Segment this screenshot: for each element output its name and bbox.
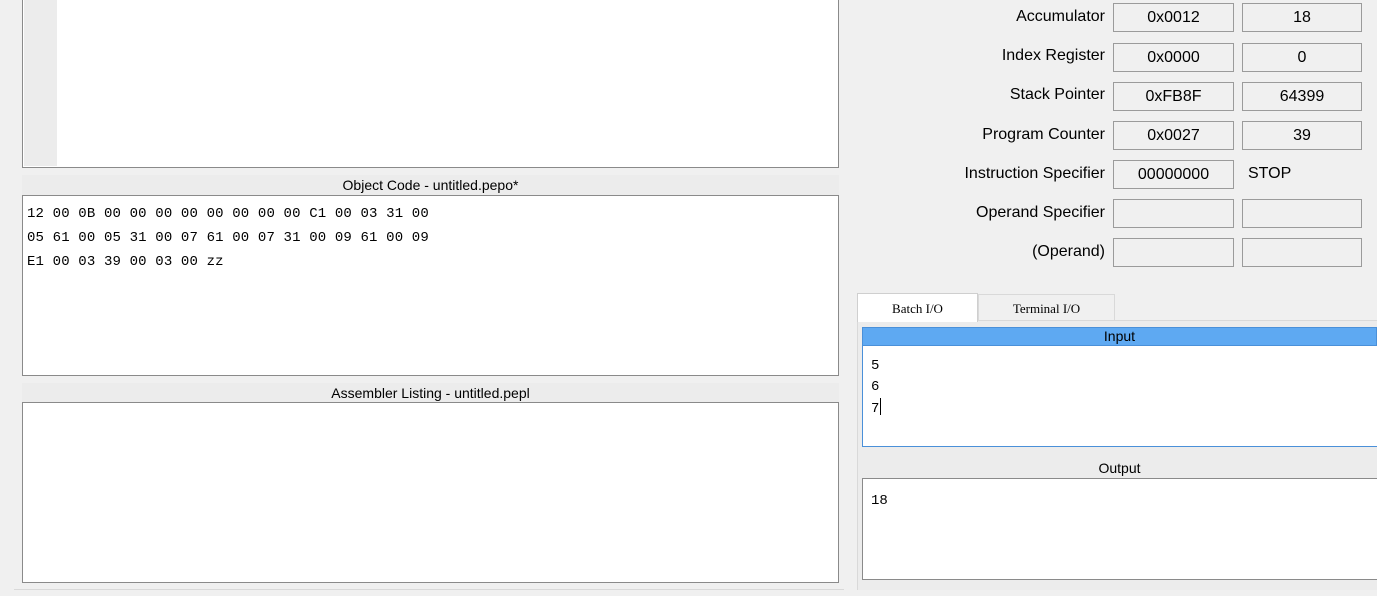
- operand-dec-field[interactable]: [1242, 238, 1362, 267]
- program-counter-dec-field[interactable]: 39: [1242, 121, 1362, 150]
- operand-specifier-label: Operand Specifier: [976, 204, 1105, 221]
- index-register-dec-field[interactable]: 0: [1242, 43, 1362, 72]
- input-title: Input: [862, 327, 1377, 346]
- output-title: Output: [1098, 460, 1141, 476]
- text-caret: [880, 398, 882, 415]
- batch-input-textarea[interactable]: 5 6 7: [862, 346, 1377, 447]
- source-line-gutter: [24, 0, 57, 166]
- operand-label: (Operand): [1032, 243, 1105, 260]
- object-code-line: 12 00 0B 00 00 00 00 00 00 00 00 C1 00 0…: [27, 206, 429, 222]
- input-line: 6: [871, 379, 880, 395]
- object-code-text[interactable]: 12 00 0B 00 00 00 00 00 00 00 00 C1 00 0…: [27, 202, 429, 274]
- object-code-editor[interactable]: 12 00 0B 00 00 00 00 00 00 00 00 C1 00 0…: [22, 195, 839, 376]
- stack-pointer-dec-field[interactable]: 64399: [1242, 82, 1362, 111]
- tab-batch-io[interactable]: Batch I/O: [857, 293, 978, 322]
- operand-specifier-hex-field[interactable]: [1113, 199, 1234, 228]
- assembler-listing-title: Assembler Listing - untitled.pepl: [22, 383, 839, 403]
- object-code-line: 05 61 00 05 31 00 07 61 00 07 31 00 09 6…: [27, 230, 429, 246]
- input-text: 5 6 7: [871, 356, 882, 420]
- operand-specifier-dec-field[interactable]: [1242, 199, 1362, 228]
- stack-pointer-hex-field[interactable]: 0xFB8F: [1113, 82, 1234, 111]
- input-line: 5: [871, 358, 880, 374]
- output-text: 18: [871, 491, 888, 512]
- input-line: 7: [871, 401, 880, 417]
- stack-pointer-label: Stack Pointer: [1009, 86, 1105, 103]
- accumulator-label: Accumulator: [1016, 8, 1105, 25]
- index-register-hex-field[interactable]: 0x0000: [1113, 43, 1234, 72]
- index-register-label: Index Register: [1001, 47, 1105, 64]
- output-line: 18: [871, 493, 888, 509]
- object-code-title: Object Code - untitled.pepo*: [22, 175, 839, 195]
- source-code-editor[interactable]: [22, 0, 839, 168]
- program-counter-label: Program Counter: [982, 126, 1105, 143]
- accumulator-hex-field[interactable]: 0x0012: [1113, 3, 1234, 32]
- object-code-line: E1 00 03 39 00 03 00 zz: [27, 254, 224, 270]
- operand-hex-field[interactable]: [1113, 238, 1234, 267]
- batch-output-textarea[interactable]: 18: [862, 478, 1377, 580]
- tab-terminal-io[interactable]: Terminal I/O: [978, 294, 1115, 321]
- divider: [14, 589, 844, 590]
- assembler-listing-pane[interactable]: [22, 402, 839, 583]
- instruction-specifier-label: Instruction Specifier: [964, 165, 1105, 182]
- accumulator-dec-field[interactable]: 18: [1242, 3, 1362, 32]
- instruction-specifier-bits-field[interactable]: 00000000: [1113, 160, 1234, 189]
- instruction-mnemonic: STOP: [1248, 165, 1292, 182]
- program-counter-hex-field[interactable]: 0x0027: [1113, 121, 1234, 150]
- input-line-last: 7: [871, 398, 882, 420]
